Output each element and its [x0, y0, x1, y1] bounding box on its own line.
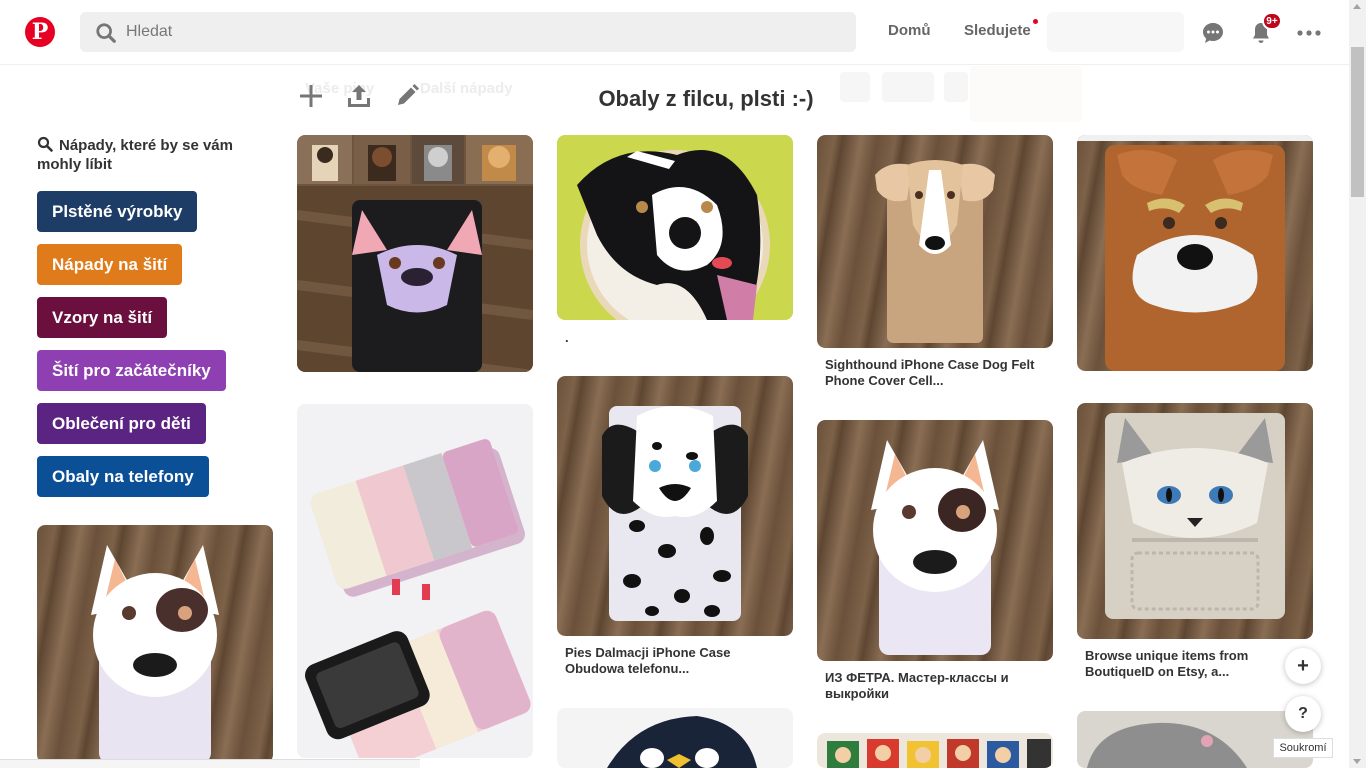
edit-icon	[398, 84, 419, 105]
more-icon[interactable]	[1296, 20, 1322, 46]
help-button[interactable]: ?	[1285, 696, 1321, 732]
edit-board-button[interactable]	[393, 82, 421, 110]
pin-caption: ИЗ ФЕТРА. Мастер-классы и выкройки	[825, 670, 1009, 701]
board-title: Obaly z filcu, plsti :-)	[598, 86, 814, 111]
ghost-panel	[970, 66, 1082, 122]
felt-border-collie-illustration	[557, 135, 793, 320]
privacy-tooltip: Soukromí	[1273, 738, 1333, 758]
nav-following-link[interactable]: Sledujete	[964, 22, 1031, 39]
idea-tag-sewing-ideas[interactable]: Nápady na šití	[37, 244, 183, 285]
felt-superhero-cases-photo	[827, 739, 1051, 768]
pin-image[interactable]	[37, 525, 273, 763]
pin-caption: Pies Dalmacji iPhone Case Obudowa telefo…	[565, 645, 731, 676]
pin-image[interactable]	[1077, 135, 1313, 371]
search-icon	[37, 136, 53, 152]
pin-card[interactable]	[37, 525, 273, 763]
pin-caption: Browse unique items from BoutiqueID on E…	[1085, 648, 1249, 679]
idea-tag-felt-products[interactable]: Plstěné výrobky	[37, 191, 198, 232]
felt-penguin-illustration	[607, 716, 757, 768]
pin-card[interactable]	[557, 708, 793, 768]
pin-image[interactable]	[557, 135, 793, 320]
pin-card[interactable]	[817, 135, 1053, 348]
ghost-tab-more-ideas: Další nápady	[420, 80, 513, 97]
add-icon	[300, 85, 322, 107]
upload-icon	[348, 85, 370, 107]
ghost-compact-toggle	[882, 72, 934, 102]
pin-card[interactable]	[297, 404, 533, 758]
page-scrollbar[interactable]	[1349, 0, 1366, 768]
pin-card[interactable]	[557, 376, 793, 636]
pin-image[interactable]	[817, 733, 1053, 768]
felt-case-collage	[297, 135, 533, 372]
felt-cat-illustration	[1105, 413, 1285, 619]
pin-card[interactable]	[557, 135, 793, 320]
pin-caption: .	[565, 330, 569, 345]
nav-home-link[interactable]: Domů	[888, 22, 931, 39]
felt-dalmatian-illustration	[602, 406, 748, 621]
pin-image[interactable]	[1077, 403, 1313, 639]
idea-tag-phone-cases[interactable]: Obaly na telefony	[37, 456, 209, 497]
idea-tag-sewing-beginners[interactable]: Šití pro začátečníky	[37, 350, 226, 391]
felt-terrier-illustration	[1077, 135, 1313, 371]
browser-download-bar	[0, 759, 420, 768]
pin-caption: Sighthound iPhone Case Dog Felt Phone Co…	[825, 357, 1035, 388]
pin-image[interactable]	[557, 708, 793, 768]
create-button[interactable]: +	[1285, 648, 1321, 684]
felt-dog-illustration	[91, 545, 219, 763]
pin-card[interactable]	[297, 135, 533, 372]
pin-card[interactable]	[1077, 135, 1313, 371]
pin-image[interactable]	[297, 135, 533, 372]
pin-image[interactable]	[297, 404, 533, 758]
add-pin-button[interactable]	[297, 82, 325, 110]
ghost-button	[944, 72, 968, 102]
pin-image[interactable]	[817, 420, 1053, 661]
idea-tag-kids-clothing[interactable]: Oblečení pro děti	[37, 403, 206, 444]
share-button[interactable]	[345, 82, 373, 110]
scroll-thumb[interactable]	[1351, 47, 1364, 197]
pin-card[interactable]	[817, 420, 1053, 661]
felt-sighthound-illustration	[875, 160, 995, 343]
pin-image[interactable]	[557, 376, 793, 636]
idea-tag-sewing-patterns[interactable]: Vzory na šití	[37, 297, 168, 338]
chat-icon[interactable]	[1200, 20, 1226, 46]
pinterest-logo[interactable]: P	[25, 17, 55, 47]
profile-button[interactable]	[1047, 12, 1184, 52]
new-content-dot	[1033, 19, 1038, 24]
felt-sleeves-photo	[297, 404, 533, 758]
ideas-heading: Nápady, které by se vám mohly líbit	[37, 136, 233, 173]
search-icon	[96, 23, 116, 43]
felt-bull-terrier-illustration	[871, 440, 999, 655]
search-bar[interactable]	[80, 12, 856, 52]
pin-card[interactable]	[817, 733, 1053, 768]
search-input[interactable]	[126, 12, 826, 52]
scroll-up-arrow[interactable]	[1353, 4, 1361, 9]
top-header: P Domů Sledujete 9+	[0, 0, 1349, 65]
pin-card[interactable]	[1077, 403, 1313, 639]
pin-image[interactable]	[817, 135, 1053, 348]
notification-badge: 9+	[1262, 12, 1282, 30]
scroll-down-arrow[interactable]	[1353, 759, 1361, 764]
